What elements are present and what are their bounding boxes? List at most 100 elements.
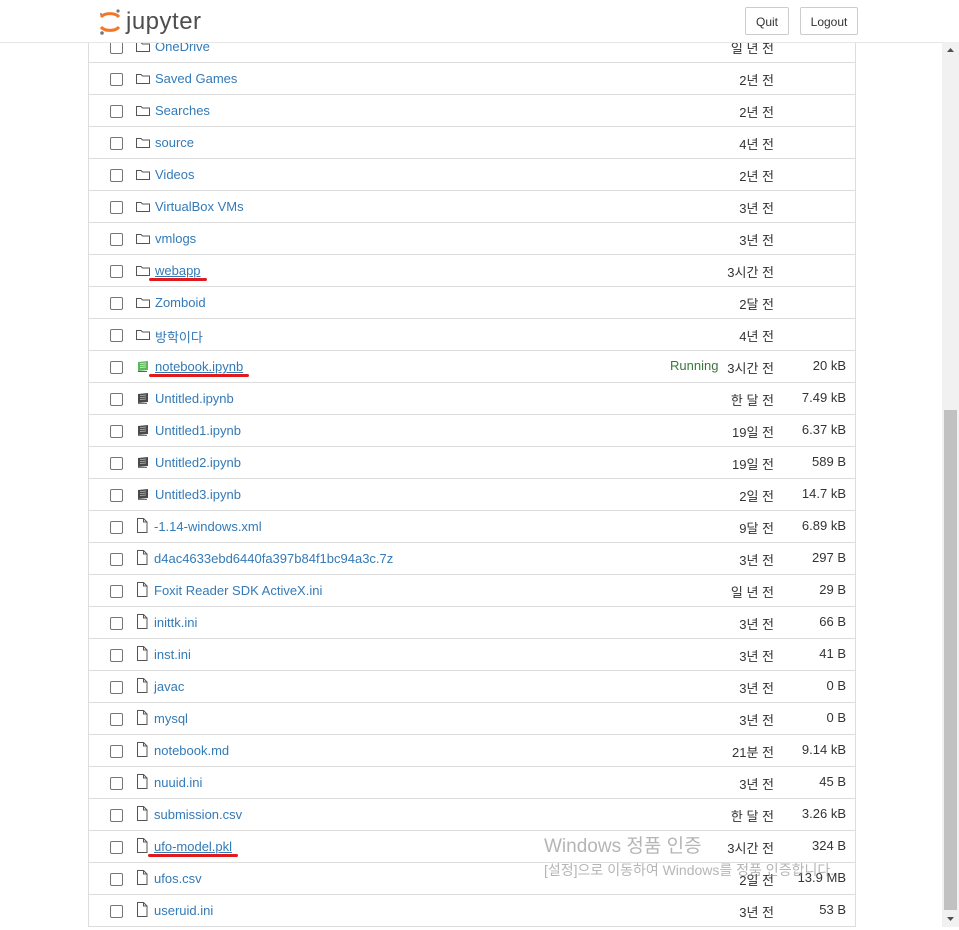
list-item[interactable]: inittk.ini 3년 전 66 B [89,607,855,639]
item-name-link[interactable]: source [155,135,194,150]
file-icon [135,838,149,853]
list-item[interactable]: Saved Games 2년 전 [89,63,855,95]
logout-button[interactable]: Logout [800,7,858,35]
item-checkbox[interactable] [110,393,123,406]
list-item[interactable]: Zomboid 2달 전 [89,287,855,319]
item-checkbox[interactable] [110,201,123,214]
item-size: 53 B [819,902,846,917]
item-checkbox[interactable] [110,649,123,662]
scroll-up-arrow-icon[interactable] [942,42,959,59]
list-item[interactable]: Untitled1.ipynb 19일 전 6.37 kB [89,415,855,447]
item-name-link[interactable]: d4ac4633ebd6440fa397b84f1bc94a3c.7z [154,551,393,566]
list-item[interactable]: notebook.ipynb Running 3시간 전 20 kB [89,351,855,383]
item-name-link[interactable]: -1.14-windows.xml [154,519,262,534]
list-item[interactable]: vmlogs 3년 전 [89,223,855,255]
item-name-link[interactable]: Untitled2.ipynb [155,455,241,470]
item-checkbox[interactable] [110,521,123,534]
list-item[interactable]: d4ac4633ebd6440fa397b84f1bc94a3c.7z 3년 전 2… [89,543,855,575]
item-name-link[interactable]: Untitled1.ipynb [155,423,241,438]
list-item[interactable]: Untitled3.ipynb 2일 전 14.7 kB [89,479,855,511]
item-name-link[interactable]: webapp [155,263,201,278]
list-item[interactable]: ufos.csv 2일 전 13.9 MB [89,863,855,895]
list-item[interactable]: source 4년 전 [89,127,855,159]
item-checkbox[interactable] [110,233,123,246]
item-checkbox[interactable] [110,73,123,86]
item-name-link[interactable]: useruid.ini [154,903,213,918]
item-checkbox[interactable] [110,585,123,598]
item-name-link[interactable]: submission.csv [154,807,242,822]
list-item[interactable]: notebook.md 21분 전 9.14 kB [89,735,855,767]
item-checkbox[interactable] [110,457,123,470]
scrollbar-thumb[interactable] [944,410,957,910]
item-checkbox[interactable] [110,137,123,150]
item-checkbox[interactable] [110,905,123,918]
list-item[interactable]: 방학이다 4년 전 [89,319,855,351]
list-item[interactable]: ufo-model.pkl 3시간 전 324 B [89,831,855,863]
list-item[interactable]: nuuid.ini 3년 전 45 B [89,767,855,799]
item-checkbox[interactable] [110,777,123,790]
scroll-down-arrow-icon[interactable] [942,910,959,927]
item-checkbox[interactable] [110,361,123,374]
item-checkbox[interactable] [110,745,123,758]
item-name-link[interactable]: mysql [154,711,188,726]
item-name-link[interactable]: ufos.csv [154,871,202,886]
item-name-link[interactable]: ufo-model.pkl [154,839,232,854]
notebook-icon [136,487,150,502]
item-checkbox[interactable] [110,841,123,854]
item-checkbox[interactable] [110,617,123,630]
item-size: 6.89 kB [801,518,846,533]
item-checkbox[interactable] [110,553,123,566]
item-checkbox[interactable] [110,713,123,726]
vertical-scrollbar[interactable] [942,42,959,927]
list-item[interactable]: inst.ini 3년 전 41 B [89,639,855,671]
list-item[interactable]: -1.14-windows.xml 9달 전 6.89 kB [89,511,855,543]
list-item[interactable]: useruid.ini 3년 전 53 B [89,895,855,927]
item-checkbox[interactable] [110,297,123,310]
list-item[interactable]: Foxit Reader SDK ActiveX.ini 일 년 전 29 B [89,575,855,607]
item-name-link[interactable]: inittk.ini [154,615,197,630]
item-name-link[interactable]: VirtualBox VMs [155,199,244,214]
item-name-link[interactable]: Saved Games [155,71,237,86]
list-item[interactable]: javac 3년 전 0 B [89,671,855,703]
item-checkbox[interactable] [110,329,123,342]
item-name-link[interactable]: Zomboid [155,295,206,310]
item-checkbox[interactable] [110,425,123,438]
folder-icon [136,263,150,278]
item-name-link[interactable]: notebook.md [154,743,229,758]
item-name-link[interactable]: notebook.ipynb [155,359,243,374]
item-checkbox[interactable] [110,169,123,182]
item-name-link[interactable]: javac [154,679,184,694]
list-item[interactable]: submission.csv 한 달 전 3.26 kB [89,799,855,831]
logo-text: jupyter [126,8,202,35]
quit-button[interactable]: Quit [745,7,789,35]
list-item[interactable]: Untitled2.ipynb 19일 전 589 B [89,447,855,479]
list-item[interactable]: VirtualBox VMs 3년 전 [89,191,855,223]
item-checkbox[interactable] [110,105,123,118]
list-item[interactable]: Videos 2년 전 [89,159,855,191]
item-name-link[interactable]: nuuid.ini [154,775,202,790]
list-item[interactable]: mysql 3년 전 0 B [89,703,855,735]
annotation-underline [148,854,238,857]
item-checkbox[interactable] [110,489,123,502]
item-modified: 2년 전 [739,73,774,88]
item-name-link[interactable]: vmlogs [155,231,196,246]
list-item[interactable]: webapp 3시간 전 [89,255,855,287]
item-name-link[interactable]: Searches [155,103,210,118]
file-icon [135,710,149,725]
item-checkbox[interactable] [110,265,123,278]
item-checkbox[interactable] [110,809,123,822]
item-checkbox[interactable] [110,681,123,694]
item-name-link[interactable]: inst.ini [154,647,191,662]
list-item[interactable]: Untitled.ipynb 한 달 전 7.49 kB [89,383,855,415]
item-name-link[interactable]: 방학이다 [155,327,203,346]
item-size: 297 B [812,550,846,565]
item-checkbox[interactable] [110,873,123,886]
file-icon [135,742,149,757]
jupyter-logo-icon [99,9,121,35]
item-name-link[interactable]: Videos [155,167,195,182]
item-name-link[interactable]: Untitled3.ipynb [155,487,241,502]
item-name-link[interactable]: Untitled.ipynb [155,391,234,406]
list-item[interactable]: Searches 2년 전 [89,95,855,127]
item-name-link[interactable]: Foxit Reader SDK ActiveX.ini [154,583,322,598]
file-icon [135,806,149,821]
